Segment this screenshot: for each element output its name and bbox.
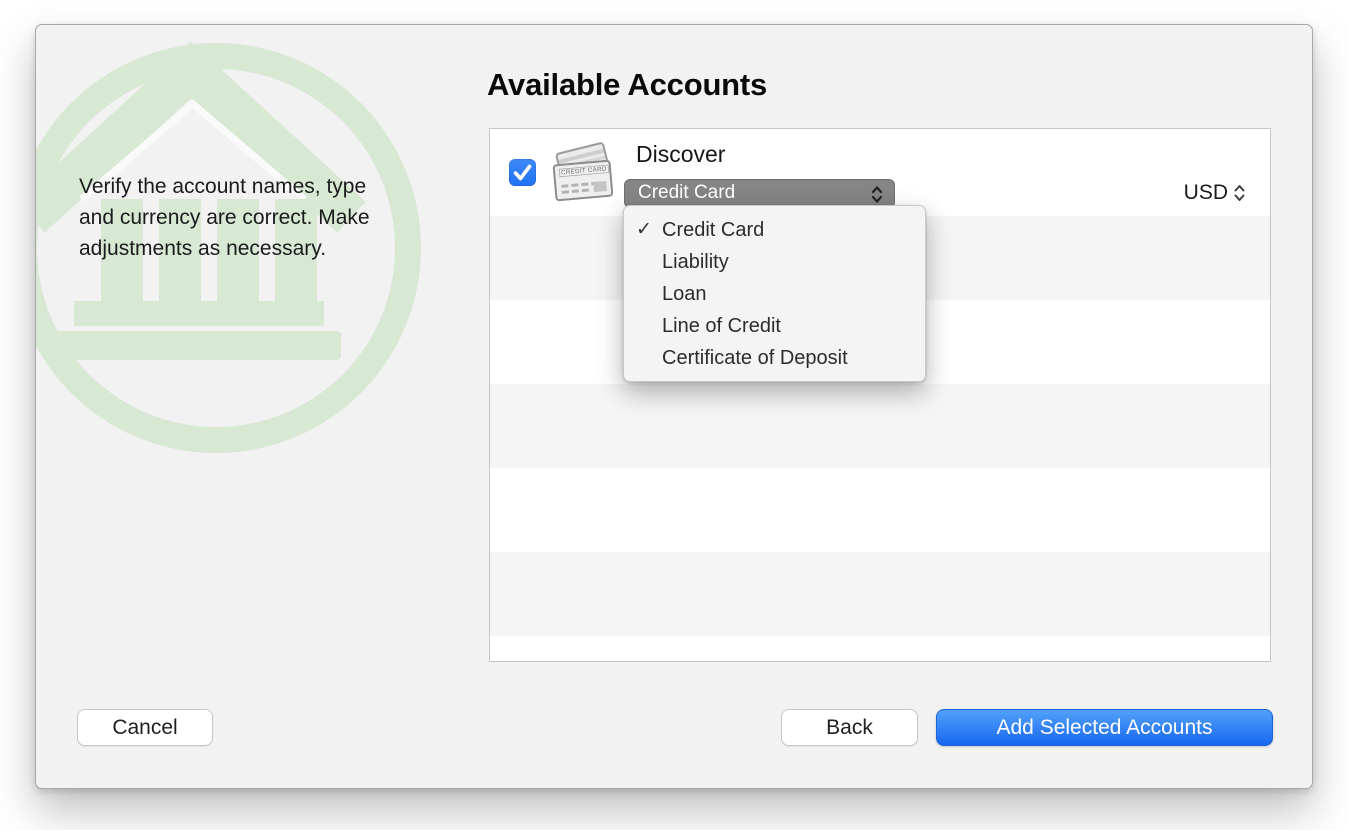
menu-item-loan[interactable]: Loan (624, 278, 925, 310)
page-title: Available Accounts (487, 67, 767, 103)
account-type-select[interactable]: Credit Card (624, 179, 895, 208)
instruction-line: adjustments as necessary. (79, 233, 459, 264)
account-name: Discover (636, 141, 725, 168)
instruction-line: Verify the account names, type (79, 171, 459, 202)
credit-card-icon-label: CREDIT CARD (559, 165, 609, 177)
menu-item-line-of-credit[interactable]: Line of Credit (624, 310, 925, 342)
cancel-button[interactable]: Cancel (77, 709, 213, 746)
instruction-text: Verify the account names, type and curre… (79, 171, 459, 264)
menu-item-credit-card[interactable]: ✓ Credit Card (624, 214, 925, 246)
back-button[interactable]: Back (781, 709, 918, 746)
selected-checkmark-icon: ✓ (636, 214, 652, 246)
menu-item-certificate-of-deposit[interactable]: Certificate of Deposit (624, 342, 925, 374)
currency-value: USD (1184, 181, 1228, 205)
empty-list-row (490, 552, 1270, 636)
account-type-menu: ✓ Credit Card Liability Loan Line of Cre… (623, 205, 926, 382)
account-row: CREDIT CARD Discover Credit Card (490, 129, 1270, 216)
credit-card-icon: CREDIT CARD (553, 144, 617, 202)
menu-item-label: Line of Credit (662, 315, 781, 337)
empty-list-row (490, 384, 1270, 468)
menu-item-liability[interactable]: Liability (624, 246, 925, 278)
chevron-up-down-icon (871, 185, 883, 204)
bank-logo-watermark (35, 37, 462, 497)
menu-item-label: Loan (662, 283, 707, 305)
screen: Verify the account names, type and curre… (0, 0, 1348, 830)
add-accounts-dialog: Verify the account names, type and curre… (35, 24, 1313, 789)
instruction-line: and currency are correct. Make (79, 202, 459, 233)
checkmark-icon (509, 159, 536, 186)
account-type-value: Credit Card (638, 182, 735, 204)
menu-item-label: Credit Card (662, 219, 764, 241)
currency-select[interactable]: USD (1184, 181, 1245, 205)
add-selected-accounts-button[interactable]: Add Selected Accounts (936, 709, 1273, 746)
account-checkbox[interactable] (509, 159, 536, 186)
menu-item-label: Certificate of Deposit (662, 347, 848, 369)
menu-item-label: Liability (662, 251, 729, 273)
chevron-up-down-icon (1234, 184, 1245, 202)
